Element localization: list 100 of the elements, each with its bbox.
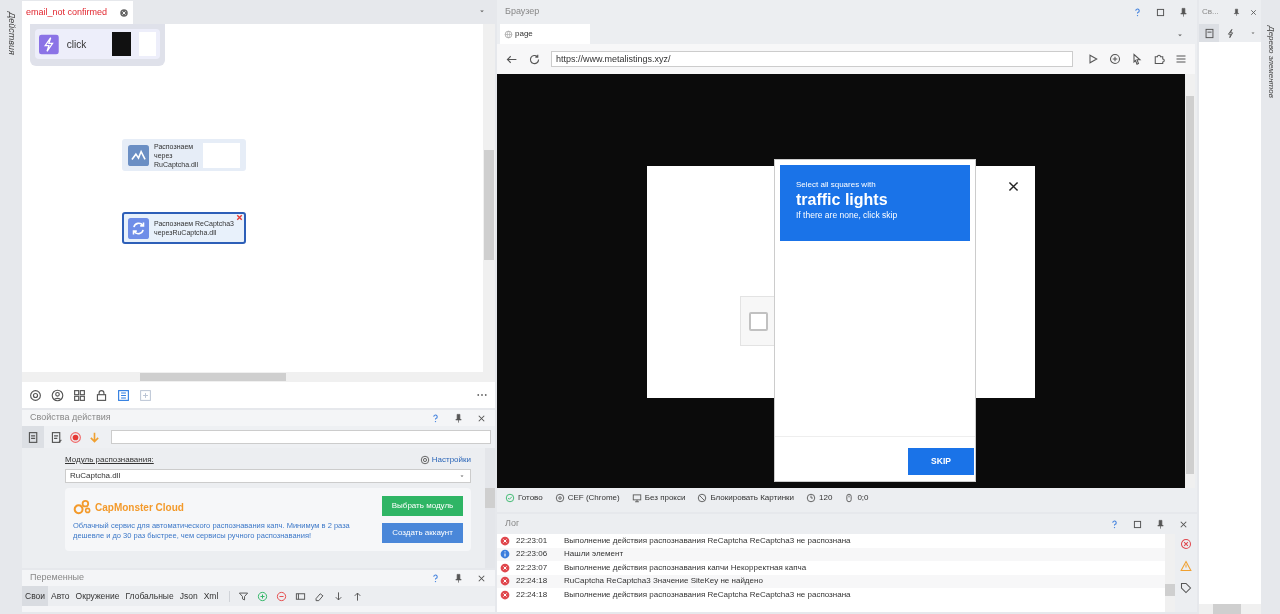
list-icon[interactable] — [117, 388, 130, 402]
grid-icon[interactable] — [73, 388, 86, 402]
url-field[interactable]: https://www.metalistings.xyz/ — [551, 51, 1073, 67]
field-label: Модуль распознавания: — [65, 454, 154, 466]
help-icon[interactable] — [1109, 518, 1120, 530]
document-icon — [1203, 27, 1215, 39]
pin-icon[interactable] — [1178, 6, 1189, 18]
log-time: 22:23:06 — [516, 548, 549, 561]
scrollbar[interactable] — [1199, 604, 1261, 614]
checkbox[interactable] — [748, 311, 768, 331]
edit-document-icon[interactable] — [50, 430, 63, 444]
gears-icon — [73, 498, 91, 516]
action-node[interactable]: click — [35, 29, 160, 59]
status-item: CEF (Chrome) — [567, 492, 620, 504]
ad-title: CapMonster Cloud — [95, 500, 184, 515]
log-time: 22:24:18 — [516, 588, 549, 601]
skip-button[interactable]: SKIP — [908, 448, 974, 475]
node-thumbnail — [112, 32, 132, 56]
lightning-icon[interactable] — [1225, 27, 1236, 39]
create-account-button[interactable]: Создать аккаунт — [382, 523, 463, 543]
variables-tab[interactable]: Авто — [48, 586, 73, 606]
help-icon[interactable] — [430, 572, 441, 584]
log-message: RuCaptcha ReCaptcha3 Значение SiteKey не найдено — [564, 575, 763, 588]
mouse-icon — [844, 493, 855, 503]
remove-icon[interactable] — [276, 590, 288, 602]
browser-tab[interactable]: page — [500, 24, 590, 44]
arrow-up-icon[interactable] — [352, 590, 364, 602]
puzzle-icon[interactable] — [1153, 53, 1165, 65]
target-icon[interactable] — [1109, 53, 1121, 65]
help-icon[interactable] — [1132, 6, 1143, 18]
pin-icon[interactable] — [453, 412, 464, 424]
monitor-icon — [631, 493, 642, 503]
node-label: click — [66, 37, 88, 52]
toolbar-button[interactable] — [1199, 24, 1219, 42]
side-tab[interactable]: Действия — [4, 12, 18, 614]
help-icon[interactable] — [430, 412, 441, 424]
pin-icon[interactable] — [1155, 518, 1166, 530]
challenge-hint: If there are none, click skip — [796, 210, 899, 220]
log-message: Выполнение действия распознавания ReCaptcha ReCaptcha3 не распознана — [564, 534, 851, 547]
clock-icon — [806, 493, 817, 503]
status-item: 120 — [819, 492, 833, 504]
tag-icon[interactable] — [1180, 582, 1192, 594]
side-tab[interactable]: Дерево элементов — [1264, 26, 1277, 614]
engine-icon — [554, 493, 565, 503]
module-dropdown[interactable]: RuCaptcha.dll — [65, 469, 471, 483]
panel-title: Св... — [1202, 6, 1219, 18]
log-message: Выполнение действия распознавания капчи Некорректная капча — [564, 561, 807, 574]
variables-tab[interactable]: Xml — [200, 586, 222, 606]
globe-icon — [504, 29, 513, 39]
variables-tab[interactable]: Глобальные — [122, 586, 177, 606]
panel-title: Браузер — [504, 5, 540, 19]
error-filter-icon[interactable] — [1180, 538, 1192, 550]
status-item: Блокировать Картинки — [710, 492, 795, 504]
toolbar-button[interactable] — [22, 426, 44, 448]
variables-tab[interactable]: Окружение — [72, 586, 123, 606]
variables-tab[interactable]: Свои — [22, 586, 49, 606]
lightning-icon — [39, 33, 59, 55]
input-field[interactable] — [111, 430, 491, 444]
maximize-icon[interactable] — [1155, 6, 1166, 18]
refresh-icon — [128, 217, 149, 239]
log-message: Выполнение действия распознавания ReCaptcha ReCaptcha3 не распознана — [564, 588, 851, 601]
lock-icon[interactable] — [95, 388, 108, 402]
settings-link[interactable]: Настройки — [419, 454, 471, 466]
check-icon — [505, 493, 515, 503]
scrollbar[interactable] — [483, 24, 495, 372]
challenge-prompt: Select all squares with — [796, 180, 877, 190]
document-icon — [26, 430, 40, 444]
user-icon[interactable] — [51, 388, 64, 402]
panel-icon[interactable] — [295, 590, 307, 602]
log-time: 22:23:01 — [516, 534, 549, 547]
blocked-icon — [697, 493, 708, 503]
cursor-icon[interactable] — [1131, 53, 1143, 65]
editor-tab[interactable]: email_not confirmed — [22, 1, 134, 24]
filter-icon[interactable] — [238, 590, 250, 602]
panel-title: Переменные — [29, 571, 85, 585]
scrollbar[interactable] — [485, 448, 495, 568]
status-item: Без прокси — [644, 492, 686, 504]
reload-icon[interactable] — [528, 52, 541, 66]
settings-icon[interactable] — [29, 388, 42, 402]
log-time: 22:23:07 — [516, 561, 549, 574]
settings-icon — [419, 455, 430, 465]
captcha-icon — [128, 144, 149, 166]
arrow-down-icon[interactable] — [333, 590, 345, 602]
challenge-object: traffic lights — [796, 190, 889, 210]
record-icon[interactable] — [69, 430, 82, 444]
close-icon[interactable] — [1007, 180, 1020, 193]
eraser-icon[interactable] — [314, 590, 326, 602]
node-thumbnail — [202, 142, 240, 168]
play-icon[interactable] — [1087, 53, 1099, 65]
panel-title: Лог — [504, 517, 520, 531]
status-item: Готово — [518, 492, 543, 504]
pin-icon[interactable] — [1232, 7, 1241, 17]
variables-tab[interactable]: Json — [176, 586, 201, 606]
scrollbar[interactable] — [1165, 534, 1175, 612]
scrollbar[interactable] — [1185, 74, 1195, 488]
maximize-icon[interactable] — [1132, 518, 1143, 530]
log-message: Нашли элемент — [564, 548, 624, 561]
pin-icon[interactable] — [453, 572, 464, 584]
scrollbar[interactable] — [22, 372, 495, 382]
status-item: 0;0 — [857, 492, 869, 504]
